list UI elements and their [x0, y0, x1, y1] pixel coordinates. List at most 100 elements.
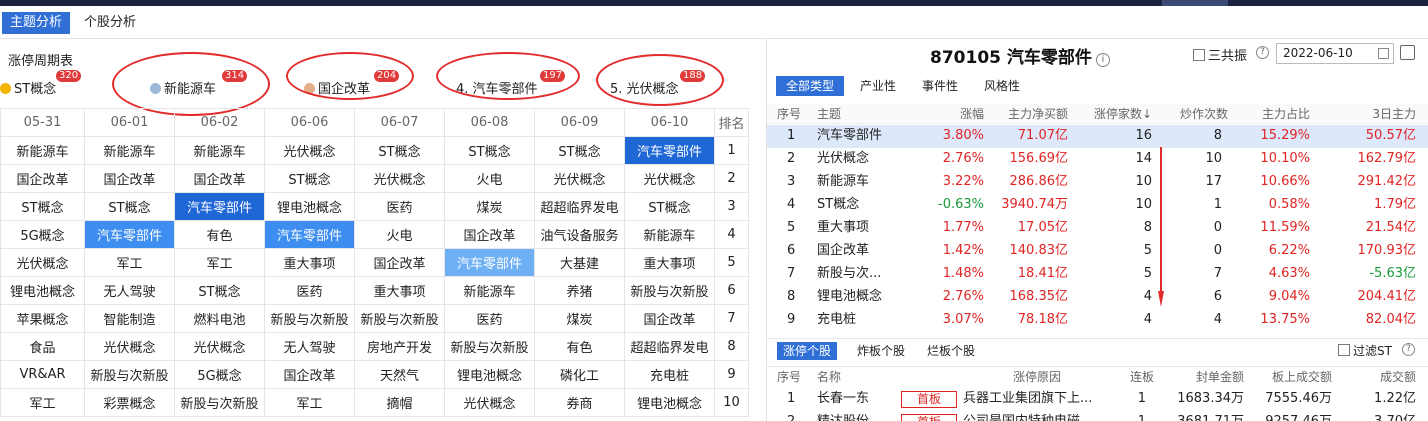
- tab-weak-board-stocks[interactable]: 烂板个股: [921, 342, 981, 360]
- topic-cell[interactable]: 火电: [354, 220, 445, 249]
- topic-cell[interactable]: 军工: [84, 248, 175, 277]
- topic-cell[interactable]: 有色: [534, 332, 625, 361]
- tab-limit-up-stocks[interactable]: 涨停个股: [777, 342, 838, 360]
- topic-cell[interactable]: 医药: [444, 304, 535, 333]
- topic-cell[interactable]: 国企改革: [624, 304, 715, 333]
- column-header[interactable]: 名称: [817, 367, 841, 387]
- topic-cell[interactable]: 新股与次新股: [444, 332, 535, 361]
- table-row[interactable]: 2 精达股份 公司是国内特种电磁... 1 3681.71万 9257.46万 3.70亿 首…: [767, 411, 1428, 421]
- column-header[interactable]: 序号: [777, 367, 801, 387]
- topic-cell[interactable]: 光伏概念: [264, 136, 355, 165]
- topic-cell[interactable]: 天然气: [354, 360, 445, 389]
- column-header[interactable]: 主力净买额: [1008, 104, 1068, 124]
- table-row[interactable]: 6 国企改革 1.42% 140.83亿 5 0 6.22% 170.93亿: [767, 240, 1428, 263]
- column-header[interactable]: 06-01: [84, 108, 175, 137]
- topic-cell[interactable]: 国企改革: [354, 248, 445, 277]
- column-header[interactable]: 板上成交额: [1272, 367, 1332, 387]
- topic-cell[interactable]: 锂电池概念: [264, 192, 355, 221]
- topic-cell[interactable]: 新能源车: [444, 276, 535, 305]
- topic-cell[interactable]: 锂电池概念: [624, 388, 715, 417]
- topic-cell[interactable]: 5G概念: [174, 360, 265, 389]
- column-header[interactable]: 连板: [1130, 367, 1154, 387]
- topic-cell[interactable]: 国企改革: [264, 360, 355, 389]
- topic-cell[interactable]: 煤炭: [444, 192, 535, 221]
- tab-stock-analysis[interactable]: 个股分析: [76, 12, 144, 34]
- topic-cell[interactable]: 新股与次新股: [264, 304, 355, 333]
- table-row[interactable]: 1 汽车零部件 3.80% 71.07亿 16 8 15.29% 50.57亿: [767, 125, 1428, 148]
- export-icon[interactable]: [1400, 45, 1415, 60]
- topic-cell[interactable]: 光伏概念: [444, 388, 535, 417]
- topic-cell[interactable]: ST概念: [264, 164, 355, 193]
- topic-cell[interactable]: 火电: [444, 164, 535, 193]
- topic-cell[interactable]: 有色: [174, 220, 265, 249]
- tab-theme-analysis[interactable]: 主题分析: [2, 12, 71, 34]
- topic-cell[interactable]: 大基建: [534, 248, 625, 277]
- topic-cell[interactable]: 新股与次新股: [354, 304, 445, 333]
- table-row[interactable]: 8 锂电池概念 2.76% 168.35亿 4 6 9.04% 204.41亿: [767, 286, 1428, 309]
- column-header[interactable]: 涨停原因: [1013, 367, 1061, 387]
- topic-cell[interactable]: 新能源车: [624, 220, 715, 249]
- topic-cell[interactable]: 超超临界发电: [624, 332, 715, 361]
- help-icon[interactable]: ?: [1402, 343, 1415, 356]
- table-row[interactable]: 4 ST概念 -0.63% 3940.74万 10 1 0.58% 1.79亿: [767, 194, 1428, 217]
- topic-cell[interactable]: ST概念: [84, 192, 175, 221]
- topic-cell[interactable]: 锂电池概念: [444, 360, 535, 389]
- topic-item-1[interactable]: ST概念 320: [0, 70, 82, 97]
- tab-style[interactable]: 风格性: [974, 76, 1030, 96]
- topic-item-3[interactable]: 国企改革 204: [304, 70, 400, 97]
- column-header[interactable]: 成交额: [1380, 367, 1416, 387]
- column-header[interactable]: 06-10: [624, 108, 715, 137]
- filter-st-checkbox[interactable]: 过滤ST: [1338, 342, 1392, 359]
- topic-cell[interactable]: 汽车零部件: [264, 220, 355, 249]
- topic-cell[interactable]: 光伏概念: [534, 164, 625, 193]
- tab-broken-board-stocks[interactable]: 炸板个股: [851, 342, 911, 360]
- topic-cell[interactable]: 煤炭: [534, 304, 625, 333]
- topic-cell[interactable]: 光伏概念: [354, 164, 445, 193]
- topic-cell[interactable]: 汽车零部件: [444, 248, 535, 277]
- topic-cell[interactable]: 汽车零部件: [84, 220, 175, 249]
- topic-cell[interactable]: 养猪: [534, 276, 625, 305]
- column-header[interactable]: 封单金额: [1196, 367, 1244, 387]
- topic-cell[interactable]: 新股与次新股: [624, 276, 715, 305]
- column-header[interactable]: 序号: [777, 104, 801, 124]
- topic-cell[interactable]: 国企改革: [444, 220, 535, 249]
- column-header[interactable]: 涨幅: [960, 104, 984, 124]
- topic-cell[interactable]: 重大事项: [624, 248, 715, 277]
- topic-cell[interactable]: 新能源车: [84, 136, 175, 165]
- topic-cell[interactable]: 新股与次新股: [84, 360, 175, 389]
- date-picker[interactable]: 2022-06-10: [1276, 43, 1394, 64]
- topic-item-2[interactable]: 新能源车 314: [150, 70, 248, 97]
- table-row[interactable]: 7 新股与次... 1.48% 18.41亿 5 7 4.63% -5.63亿: [767, 263, 1428, 286]
- topic-cell[interactable]: 军工: [174, 248, 265, 277]
- topic-cell[interactable]: 汽车零部件: [174, 192, 265, 221]
- table-row[interactable]: 3 新能源车 3.22% 286.86亿 10 17 10.66% 291.42亿: [767, 171, 1428, 194]
- column-header[interactable]: 主题: [817, 104, 841, 124]
- topic-cell[interactable]: 房地产开发: [354, 332, 445, 361]
- info-icon[interactable]: i: [1095, 53, 1110, 67]
- topic-cell[interactable]: 锂电池概念: [0, 276, 85, 305]
- calendar-icon[interactable]: [1378, 48, 1389, 59]
- topic-cell[interactable]: 军工: [0, 388, 85, 417]
- topic-cell[interactable]: 磷化工: [534, 360, 625, 389]
- topic-cell[interactable]: 医药: [264, 276, 355, 305]
- column-header[interactable]: 炒作次数: [1180, 104, 1228, 124]
- topic-cell[interactable]: 超超临界发电: [534, 192, 625, 221]
- first-board-tag[interactable]: 首板: [901, 391, 957, 408]
- topic-cell[interactable]: VR&AR: [0, 360, 85, 389]
- topic-cell[interactable]: 燃料电池: [174, 304, 265, 333]
- tab-all-types[interactable]: 全部类型: [776, 76, 845, 96]
- topic-item-4[interactable]: 4. 汽车零部件 197: [456, 70, 566, 97]
- topic-cell[interactable]: 重大事项: [354, 276, 445, 305]
- topic-cell[interactable]: 新股与次新股: [174, 388, 265, 417]
- resonance-checkbox[interactable]: 三共振: [1193, 45, 1247, 64]
- first-board-tag[interactable]: 首板: [901, 414, 957, 421]
- checkbox-icon[interactable]: [1338, 344, 1350, 356]
- table-row[interactable]: 9 充电桩 3.07% 78.18亿 4 4 13.75% 82.04亿: [767, 309, 1428, 332]
- column-header[interactable]: 3日主力: [1372, 104, 1416, 124]
- topic-cell[interactable]: 食品: [0, 332, 85, 361]
- table-row[interactable]: 5 重大事项 1.77% 17.05亿 8 0 11.59% 21.54亿: [767, 217, 1428, 240]
- topic-cell[interactable]: 医药: [354, 192, 445, 221]
- topic-cell[interactable]: ST概念: [0, 192, 85, 221]
- topic-cell[interactable]: 国企改革: [0, 164, 85, 193]
- tab-industry[interactable]: 产业性: [850, 76, 906, 96]
